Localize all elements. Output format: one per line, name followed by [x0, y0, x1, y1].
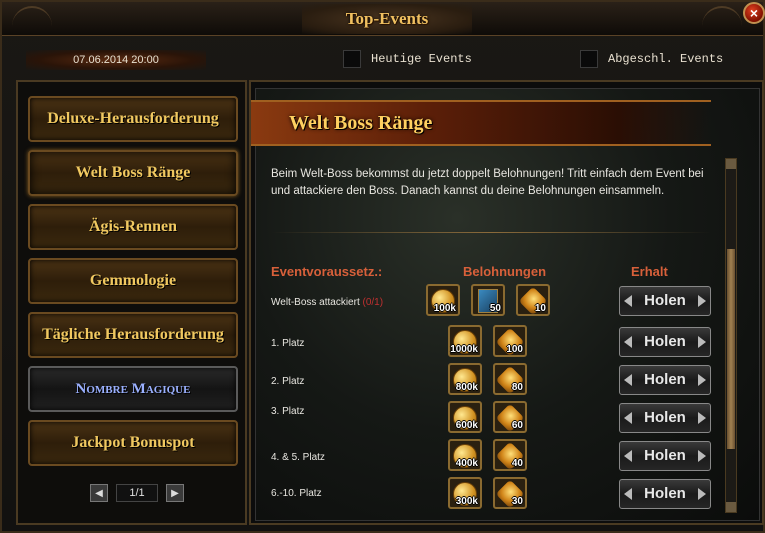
reward-quantity: 1000k — [450, 344, 478, 355]
progress-counter: (0/1) — [362, 297, 384, 308]
reward-quantity: 50 — [489, 303, 501, 314]
title-plate: Top-Events — [302, 4, 472, 34]
reward-quantity: 40 — [511, 458, 523, 469]
reward-slot[interactable]: 60 — [493, 401, 527, 433]
reward-slot[interactable]: 1000k — [448, 325, 482, 357]
reward-quantity: 10 — [534, 303, 546, 314]
requirement-text: 2. Platz — [271, 376, 305, 387]
requirement-label: 6.-10. Platz — [271, 488, 322, 499]
scrollbar[interactable] — [725, 158, 737, 513]
event-title: Welt Boss Ränge — [289, 112, 433, 134]
pager-next-button[interactable]: ▶ — [166, 484, 184, 502]
filter-today-label: Heutige Events — [371, 52, 472, 66]
event-banner: Welt Boss Ränge — [251, 100, 711, 146]
scroll-up-icon[interactable] — [726, 159, 736, 169]
claim-button[interactable]: Holen — [619, 441, 711, 471]
claim-button[interactable]: Holen — [619, 365, 711, 395]
ornament-left-icon — [12, 6, 52, 32]
filter-completed-label: Abgeschl. Events — [608, 52, 724, 66]
reward-slot[interactable]: 80 — [493, 363, 527, 395]
reward-slot[interactable]: 10 — [516, 284, 550, 316]
sidebar-item-nombre-magique[interactable]: Nombre Magique — [28, 366, 238, 412]
divider — [271, 232, 711, 233]
ornament-right-icon — [702, 6, 742, 32]
reward-quantity: 100k — [433, 303, 456, 314]
sidebar-item-gemmologie[interactable]: Gemmologie — [28, 258, 238, 304]
reward-slot[interactable]: 600k — [448, 401, 482, 433]
reward-slot[interactable]: 300k — [448, 477, 482, 509]
requirement-text: Welt-Boss attackiert — [271, 297, 363, 308]
reward-quantity: 600k — [455, 420, 478, 431]
requirement-label: 4. & 5. Platz — [271, 452, 325, 463]
reward-quantity: 80 — [511, 382, 523, 393]
event-description: Beim Welt-Boss bekommst du jetzt doppelt… — [271, 168, 704, 197]
scroll-thumb[interactable] — [727, 249, 735, 449]
reward-slot[interactable]: 40 — [493, 439, 527, 471]
sidebar-item-welt-boss[interactable]: Welt Boss Ränge — [28, 150, 238, 196]
sidebar-item-aegis[interactable]: Ägis-Rennen — [28, 204, 238, 250]
sidebar-item-deluxe[interactable]: Deluxe-Herausforderung — [28, 96, 238, 142]
event-detail-panel: Welt Boss Ränge Beim Welt-Boss bekommst … — [249, 80, 764, 525]
reward-quantity: 300k — [455, 496, 478, 507]
column-claim: Erhalt — [631, 264, 668, 279]
claim-button[interactable]: Holen — [619, 403, 711, 433]
filter-completed[interactable]: Abgeschl. Events — [580, 50, 723, 68]
reward-slot[interactable]: 100 — [493, 325, 527, 357]
column-requirement: Eventvoraussetz.: — [271, 264, 383, 279]
scroll-down-icon[interactable] — [726, 502, 736, 512]
arrow-right-icon: ▶ — [171, 487, 179, 499]
filter-today[interactable]: Heutige Events — [343, 50, 472, 68]
claim-button[interactable]: Holen — [619, 286, 711, 316]
checkbox-completed-events[interactable] — [580, 50, 598, 68]
claim-button[interactable]: Holen — [619, 479, 711, 509]
requirement-label: 2. Platz — [271, 376, 304, 387]
sidebar-item-jackpot[interactable]: Jackpot Bonuspot — [28, 420, 238, 466]
column-rewards: Belohnungen — [463, 264, 547, 279]
reward-slot[interactable]: 800k — [448, 363, 482, 395]
requirement-label: 1. Platz — [271, 338, 304, 349]
reward-quantity: 30 — [511, 496, 523, 507]
reward-quantity: 100 — [506, 344, 523, 355]
reward-quantity: 60 — [511, 420, 523, 431]
requirement-text: 6.-10. Platz — [271, 488, 322, 499]
close-icon: × — [749, 5, 759, 21]
arrow-left-icon: ◀ — [95, 487, 103, 499]
reward-quantity: 800k — [455, 382, 478, 393]
reward-slot[interactable]: 30 — [493, 477, 527, 509]
reward-slot[interactable]: 400k — [448, 439, 482, 471]
requirement-label: Welt-Boss attackiert (0/1) — [271, 297, 383, 308]
pager-prev-button[interactable]: ◀ — [90, 484, 108, 502]
reward-quantity: 400k — [455, 458, 478, 469]
reward-slot[interactable]: 50 — [471, 284, 505, 316]
pager: ◀ 1/1 ▶ — [90, 484, 184, 502]
sidebar-item-daily[interactable]: Tägliche Herausforderung — [28, 312, 238, 358]
close-button[interactable]: × — [743, 2, 765, 24]
top-events-window: Top-Events × 07.06.2014 20:00 Heutige Ev… — [0, 0, 765, 533]
window-title: Top-Events — [345, 9, 429, 28]
requirement-text: 4. & 5. Platz — [271, 452, 325, 463]
requirement-label: 3. Platz — [271, 406, 304, 417]
event-datetime: 07.06.2014 20:00 — [26, 50, 206, 70]
event-list-panel: Deluxe-Herausforderung Welt Boss Ränge Ä… — [16, 80, 247, 525]
requirement-text: 1. Platz — [271, 338, 305, 349]
pager-indicator: 1/1 — [116, 484, 158, 502]
requirement-text: 3. Platz — [271, 406, 305, 417]
reward-slot[interactable]: 100k — [426, 284, 460, 316]
title-bar: Top-Events — [2, 2, 763, 36]
checkbox-today-events[interactable] — [343, 50, 361, 68]
claim-button[interactable]: Holen — [619, 327, 711, 357]
